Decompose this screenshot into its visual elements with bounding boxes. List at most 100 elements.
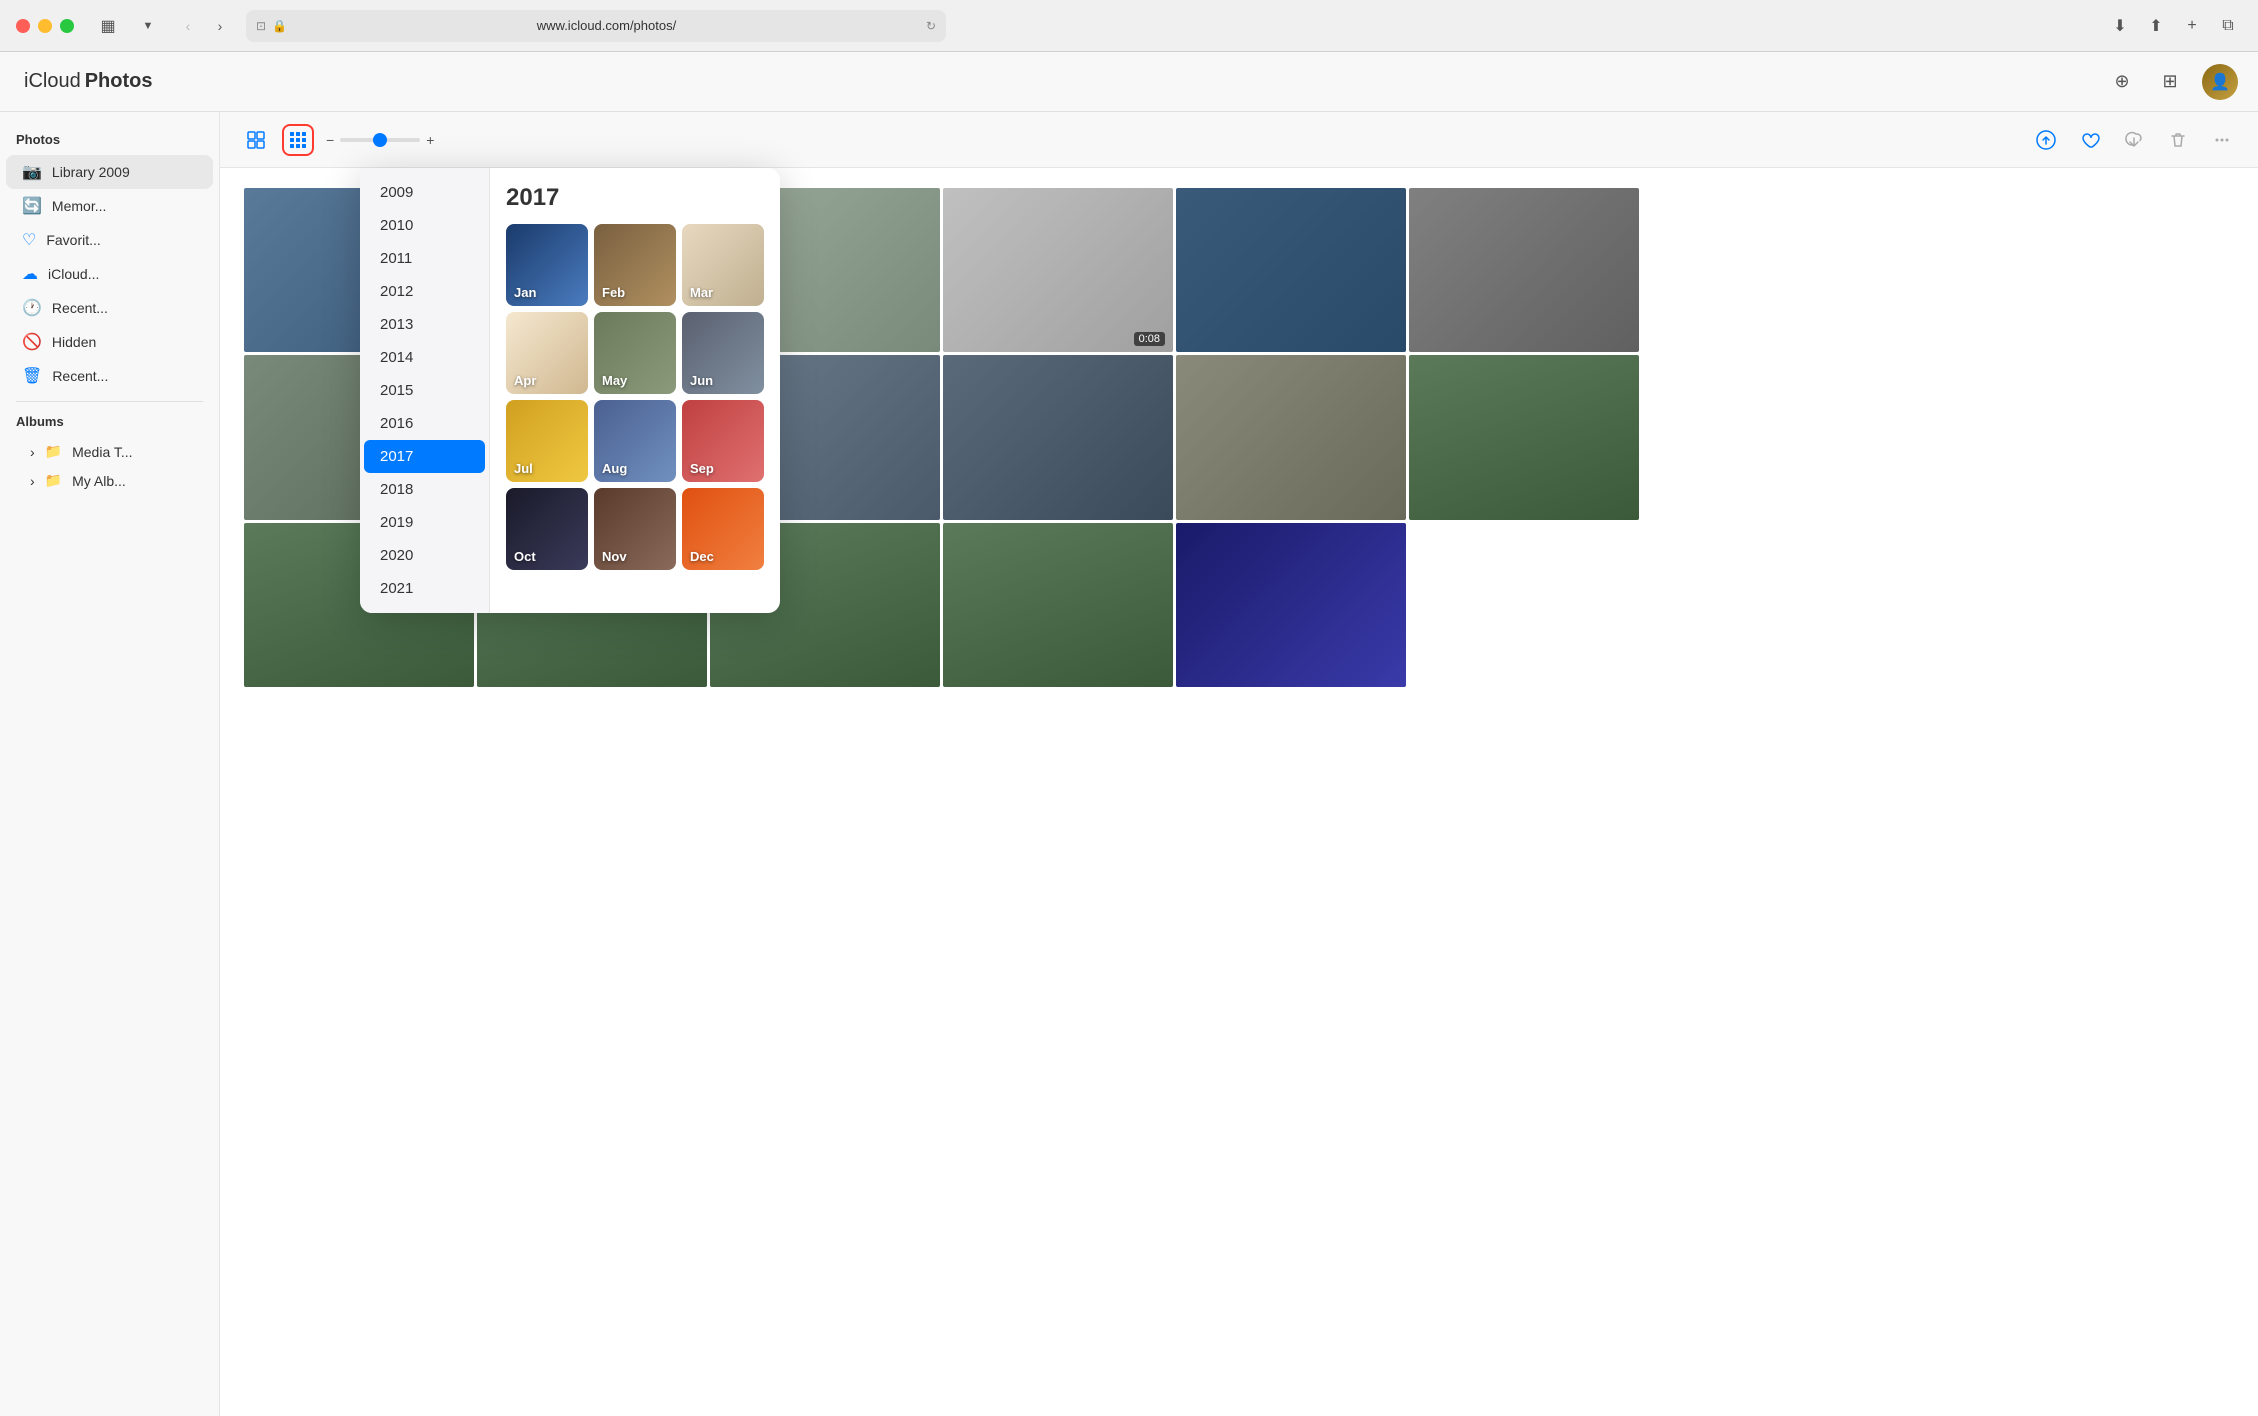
month-jul[interactable]: Jul [506,400,588,482]
photo-cell[interactable]: 0:08 [943,188,1173,352]
maximize-button[interactable] [60,19,74,33]
main-layout: Photos 📷 Library 2009 🔄 Memor... ♡ Favor… [0,112,2258,1416]
sidebar-item-hidden[interactable]: 🚫 Hidden [6,325,213,359]
photo-cell[interactable] [1176,523,1406,687]
chevron-right-icon2: › [30,473,35,489]
month-jan[interactable]: Jan [506,224,588,306]
month-feb[interactable]: Feb [594,224,676,306]
selected-year-title: 2017 [506,184,764,212]
photo-cell[interactable] [943,523,1173,687]
photos-section-title: Photos [0,128,219,155]
view-list-button[interactable] [240,124,272,156]
avatar[interactable]: 👤 [2202,64,2238,100]
zoom-out-button[interactable]: − [326,132,334,148]
month-dec[interactable]: Dec [682,488,764,570]
photo-cell[interactable] [1176,188,1406,352]
month-dec-label: Dec [690,549,714,564]
close-button[interactable] [16,19,30,33]
favorites-icon: ♡ [22,230,36,250]
grid-icon[interactable]: ⊞ [2154,66,2186,98]
zoom-slider-thumb[interactable] [373,133,387,147]
more-button[interactable] [2206,124,2238,156]
month-aug-label: Aug [602,461,627,476]
year-item-2016[interactable]: 2016 [364,407,485,440]
year-item-2021[interactable]: 2021 [364,572,485,605]
year-item-2011[interactable]: 2011 [364,242,485,275]
share-icon[interactable]: ⬆ [2142,12,2170,40]
year-item-2017[interactable]: 2017 [364,440,485,473]
add-icon[interactable]: ⊕ [2106,66,2138,98]
page-icon: ⊡ [256,19,266,33]
month-oct[interactable]: Oct [506,488,588,570]
month-apr-label: Apr [514,373,536,388]
year-item-2013[interactable]: 2013 [364,308,485,341]
appbar-right: ⊕ ⊞ 👤 [2106,64,2238,100]
appbar: iCloud Photos ⊕ ⊞ 👤 [0,52,2258,112]
sidebar-item-icloud[interactable]: ☁ iCloud... [6,257,213,291]
sidebar-icloud-label: iCloud... [48,266,99,282]
year-item-2015[interactable]: 2015 [364,374,485,407]
delete-button[interactable] [2162,124,2194,156]
zoom-slider[interactable] [340,138,420,142]
sidebar-recently-deleted-label: Recent... [52,368,108,384]
month-mar[interactable]: Mar [682,224,764,306]
sidebar-toggle-icon[interactable]: ▦ [94,12,122,40]
sidebar-item-recently-added[interactable]: 🕐 Recent... [6,291,213,325]
month-mar-label: Mar [690,285,713,300]
year-dropdown[interactable]: 2009 2010 2011 2012 2013 2014 2015 2016 … [360,168,780,613]
icloud-download-button[interactable] [2118,124,2150,156]
forward-button[interactable]: › [206,12,234,40]
icloud-label: iCloud [24,70,81,93]
recently-deleted-icon: 🗑 [22,366,42,386]
year-item-2012[interactable]: 2012 [364,275,485,308]
sidebar-item-media-types[interactable]: › 📁 Media T... [0,437,219,466]
sidebar-hidden-label: Hidden [52,334,96,350]
download-icon[interactable]: ⬇ [2106,12,2134,40]
month-nov-label: Nov [602,549,627,564]
photo-cell[interactable] [1176,355,1406,519]
sidebar-item-memories[interactable]: 🔄 Memor... [6,189,213,223]
month-nov[interactable]: Nov [594,488,676,570]
sidebar-divider [16,401,203,402]
year-item-2018[interactable]: 2018 [364,473,485,506]
upload-button[interactable] [2030,124,2062,156]
refresh-icon[interactable]: ↻ [926,19,936,33]
chevron-down-icon[interactable]: ▼ [134,12,162,40]
photo-cell[interactable] [1409,188,1639,352]
month-jan-label: Jan [514,285,536,300]
address-bar[interactable]: ⊡ 🔒 www.icloud.com/photos/ ↻ [246,10,946,42]
zoom-in-button[interactable]: + [426,132,434,148]
year-months-panel: 2017 Jan Feb Mar Apr [490,168,780,613]
photo-cell[interactable] [1409,355,1639,519]
photos-label: Photos [85,70,153,93]
sidebar-item-recently-deleted[interactable]: 🗑 Recent... [6,359,213,393]
month-sep[interactable]: Sep [682,400,764,482]
photo-cell[interactable] [943,355,1173,519]
sidebar-item-favorites[interactable]: ♡ Favorit... [6,223,213,257]
tabs-icon[interactable]: ⧉ [2214,12,2242,40]
video-duration: 0:08 [1134,332,1165,346]
month-aug[interactable]: Aug [594,400,676,482]
lock-icon: 🔒 [272,19,287,33]
month-may[interactable]: May [594,312,676,394]
minimize-button[interactable] [38,19,52,33]
month-apr[interactable]: Apr [506,312,588,394]
back-button[interactable]: ‹ [174,12,202,40]
recently-added-icon: 🕐 [22,298,42,318]
year-item-2014[interactable]: 2014 [364,341,485,374]
sidebar-item-my-albums[interactable]: › 📁 My Alb... [0,466,219,495]
month-jun[interactable]: Jun [682,312,764,394]
sidebar-item-library[interactable]: 📷 Library 2009 [6,155,213,189]
view-grid-button[interactable] [282,124,314,156]
year-item-2010[interactable]: 2010 [364,209,485,242]
year-item-2020[interactable]: 2020 [364,539,485,572]
icloud-icon: ☁ [22,264,38,284]
sidebar: Photos 📷 Library 2009 🔄 Memor... ♡ Favor… [0,112,220,1416]
content-area: − + [220,112,2258,1416]
year-item-2019[interactable]: 2019 [364,506,485,539]
new-tab-icon[interactable]: + [2178,12,2206,40]
year-item-2009[interactable]: 2009 [364,176,485,209]
albums-section-title: Albums [0,410,219,437]
app-title: iCloud Photos [20,70,152,93]
favorite-button[interactable] [2074,124,2106,156]
